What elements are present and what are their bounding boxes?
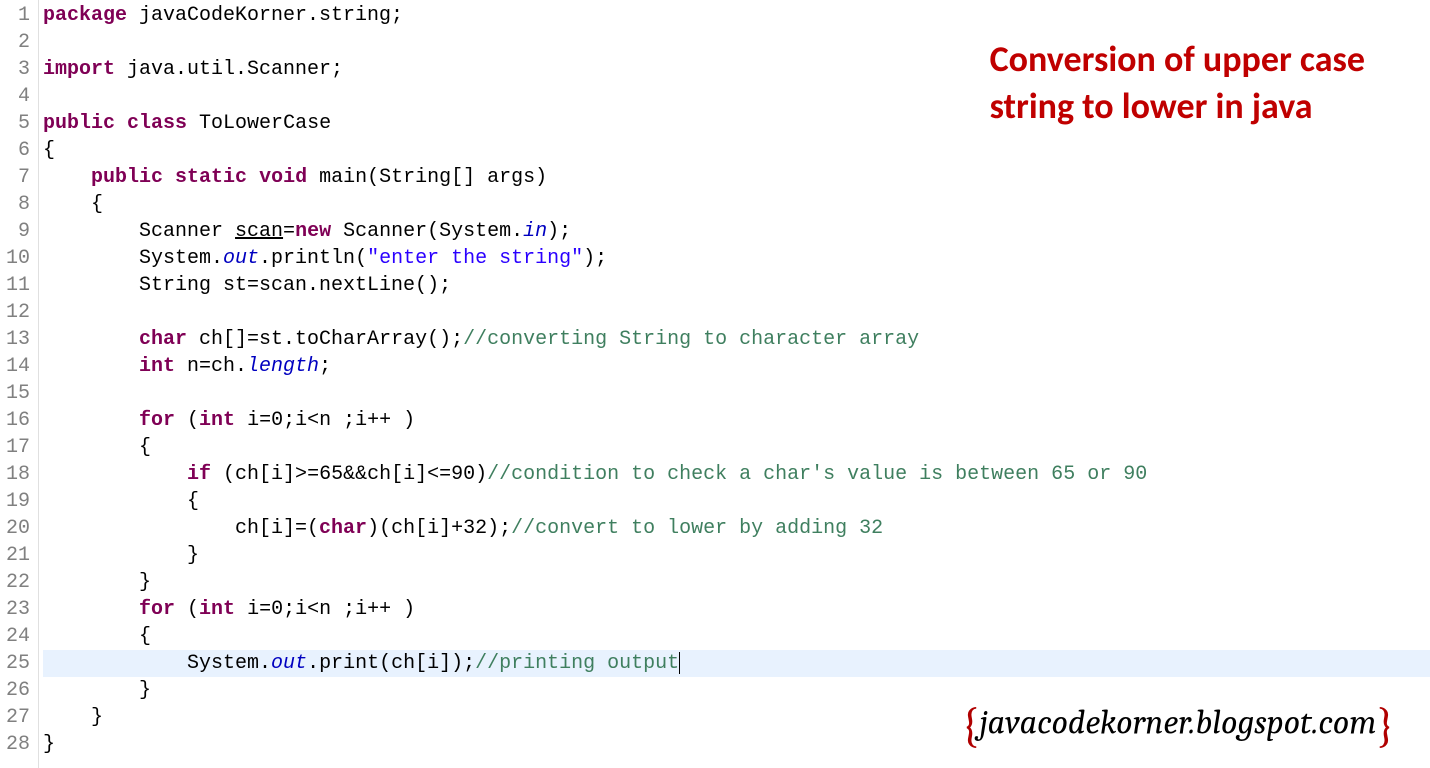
line-number: 16 xyxy=(2,407,30,434)
code-line: for (int i=0;i<n ;i++ ) xyxy=(43,407,1430,434)
line-number: 3 xyxy=(2,56,30,83)
line-number: 14 xyxy=(2,353,30,380)
line-number: 26 xyxy=(2,677,30,704)
code-line: { xyxy=(43,623,1430,650)
line-number: 9 xyxy=(2,218,30,245)
line-number: 27 xyxy=(2,704,30,731)
line-number: 19 xyxy=(2,488,30,515)
code-content[interactable]: package javaCodeKorner.string; import ja… xyxy=(39,0,1430,768)
title-overlay: Conversion of upper case string to lower… xyxy=(990,36,1365,130)
code-line: } xyxy=(43,569,1430,596)
line-number: 18 xyxy=(2,461,30,488)
code-line: char ch[]=st.toCharArray();//converting … xyxy=(43,326,1430,353)
line-number: 12 xyxy=(2,299,30,326)
line-number: 22 xyxy=(2,569,30,596)
line-number: 28 xyxy=(2,731,30,758)
code-line-current: System.out.print(ch[i]);//printing outpu… xyxy=(43,650,1430,677)
code-line: { xyxy=(43,137,1430,164)
code-line: package javaCodeKorner.string; xyxy=(43,2,1430,29)
line-number: 25 xyxy=(2,650,30,677)
line-number: 6 xyxy=(2,137,30,164)
line-number: 24 xyxy=(2,623,30,650)
code-line: { xyxy=(43,434,1430,461)
code-line: { xyxy=(43,191,1430,218)
line-number: 21 xyxy=(2,542,30,569)
code-line: int n=ch.length; xyxy=(43,353,1430,380)
code-line: System.out.println("enter the string"); xyxy=(43,245,1430,272)
code-line: for (int i=0;i<n ;i++ ) xyxy=(43,596,1430,623)
code-line xyxy=(43,299,1430,326)
line-number: 11 xyxy=(2,272,30,299)
line-number: 15 xyxy=(2,380,30,407)
line-number: 5 xyxy=(2,110,30,137)
code-line xyxy=(43,380,1430,407)
line-number: 4 xyxy=(2,83,30,110)
line-number: 2 xyxy=(2,29,30,56)
code-line: ch[i]=(char)(ch[i]+32);//convert to lowe… xyxy=(43,515,1430,542)
line-number: 7 xyxy=(2,164,30,191)
code-editor: 1 2 3 4 5 6 7 8 9 10 11 12 13 14 15 16 1… xyxy=(0,0,1430,768)
code-line: } xyxy=(43,542,1430,569)
line-number: 13 xyxy=(2,326,30,353)
line-number: 8 xyxy=(2,191,30,218)
code-line: public static void main(String[] args) xyxy=(43,164,1430,191)
line-number: 10 xyxy=(2,245,30,272)
text-cursor xyxy=(679,652,680,674)
code-line: { xyxy=(43,488,1430,515)
line-number: 23 xyxy=(2,596,30,623)
line-number-gutter: 1 2 3 4 5 6 7 8 9 10 11 12 13 14 15 16 1… xyxy=(0,0,39,768)
code-line: if (ch[i]>=65&&ch[i]<=90)//condition to … xyxy=(43,461,1430,488)
line-number: 17 xyxy=(2,434,30,461)
code-line: Scanner scan=new Scanner(System.in); xyxy=(43,218,1430,245)
code-line: String st=scan.nextLine(); xyxy=(43,272,1430,299)
watermark: {javacodekorner.blogspot.com} xyxy=(961,698,1395,753)
line-number: 20 xyxy=(2,515,30,542)
line-number: 1 xyxy=(2,2,30,29)
